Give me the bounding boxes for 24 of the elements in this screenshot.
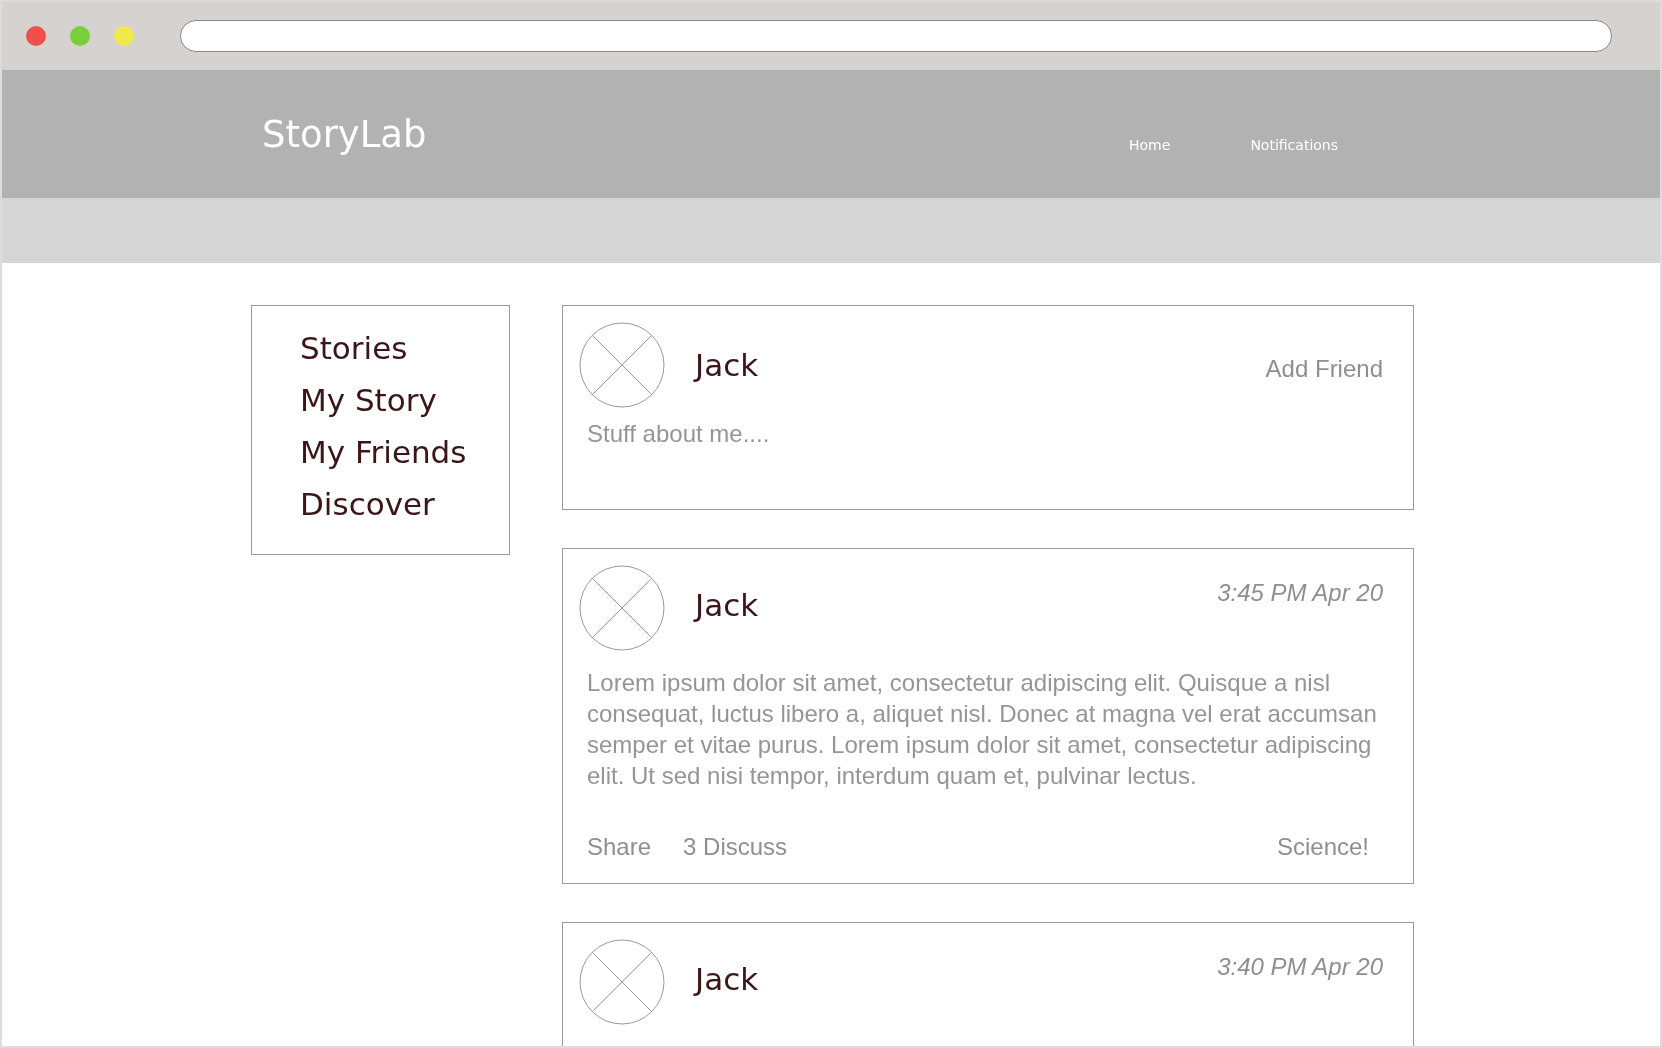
post-time: 3:45 PM Apr 20 [1217, 579, 1383, 607]
add-friend-link[interactable]: Add Friend [1265, 355, 1383, 383]
post-time: 3:40 PM Apr 20 [1217, 953, 1383, 981]
site-logo: StoryLab [262, 112, 428, 156]
address-bar[interactable] [180, 20, 1612, 52]
user-name: Jack [695, 961, 760, 997]
avatar-placeholder-icon [579, 322, 665, 408]
avatar-placeholder-icon [579, 565, 665, 651]
profile-about: Stuff about me.... [587, 419, 771, 449]
post-action-link[interactable]: Share [587, 833, 652, 861]
post-action-link[interactable]: 3 Discuss [683, 833, 788, 861]
post-body: Lorem ipsum dolor sit amet, consectetur adipiscing elit. Quisque a nisl consequat, luctus libero a, aliquet nisl. Donec at magna vel erat accumsan semper et vitae purus. Lorem ipsum dolor sit amet, consectetur adipiscing elit. Ut sed nisi tempor, interdum quam et, pulvinar lectus. [587, 668, 1377, 791]
user-name: Jack [695, 347, 760, 383]
sidebar-item[interactable]: My Story [300, 374, 509, 426]
post-tag[interactable]: Science! [1276, 833, 1369, 861]
nav-link[interactable]: Home [1129, 137, 1171, 153]
sidebar-item[interactable]: My Friends [300, 426, 509, 478]
user-name: Jack [695, 587, 760, 623]
sidebar-item[interactable]: Discover [300, 478, 509, 530]
nav-link[interactable]: Notifications [1250, 137, 1338, 153]
avatar-placeholder-icon [579, 939, 665, 1025]
sidebar-item[interactable]: Stories [300, 322, 509, 374]
window-control[interactable] [26, 26, 46, 46]
window-control[interactable] [70, 26, 90, 46]
